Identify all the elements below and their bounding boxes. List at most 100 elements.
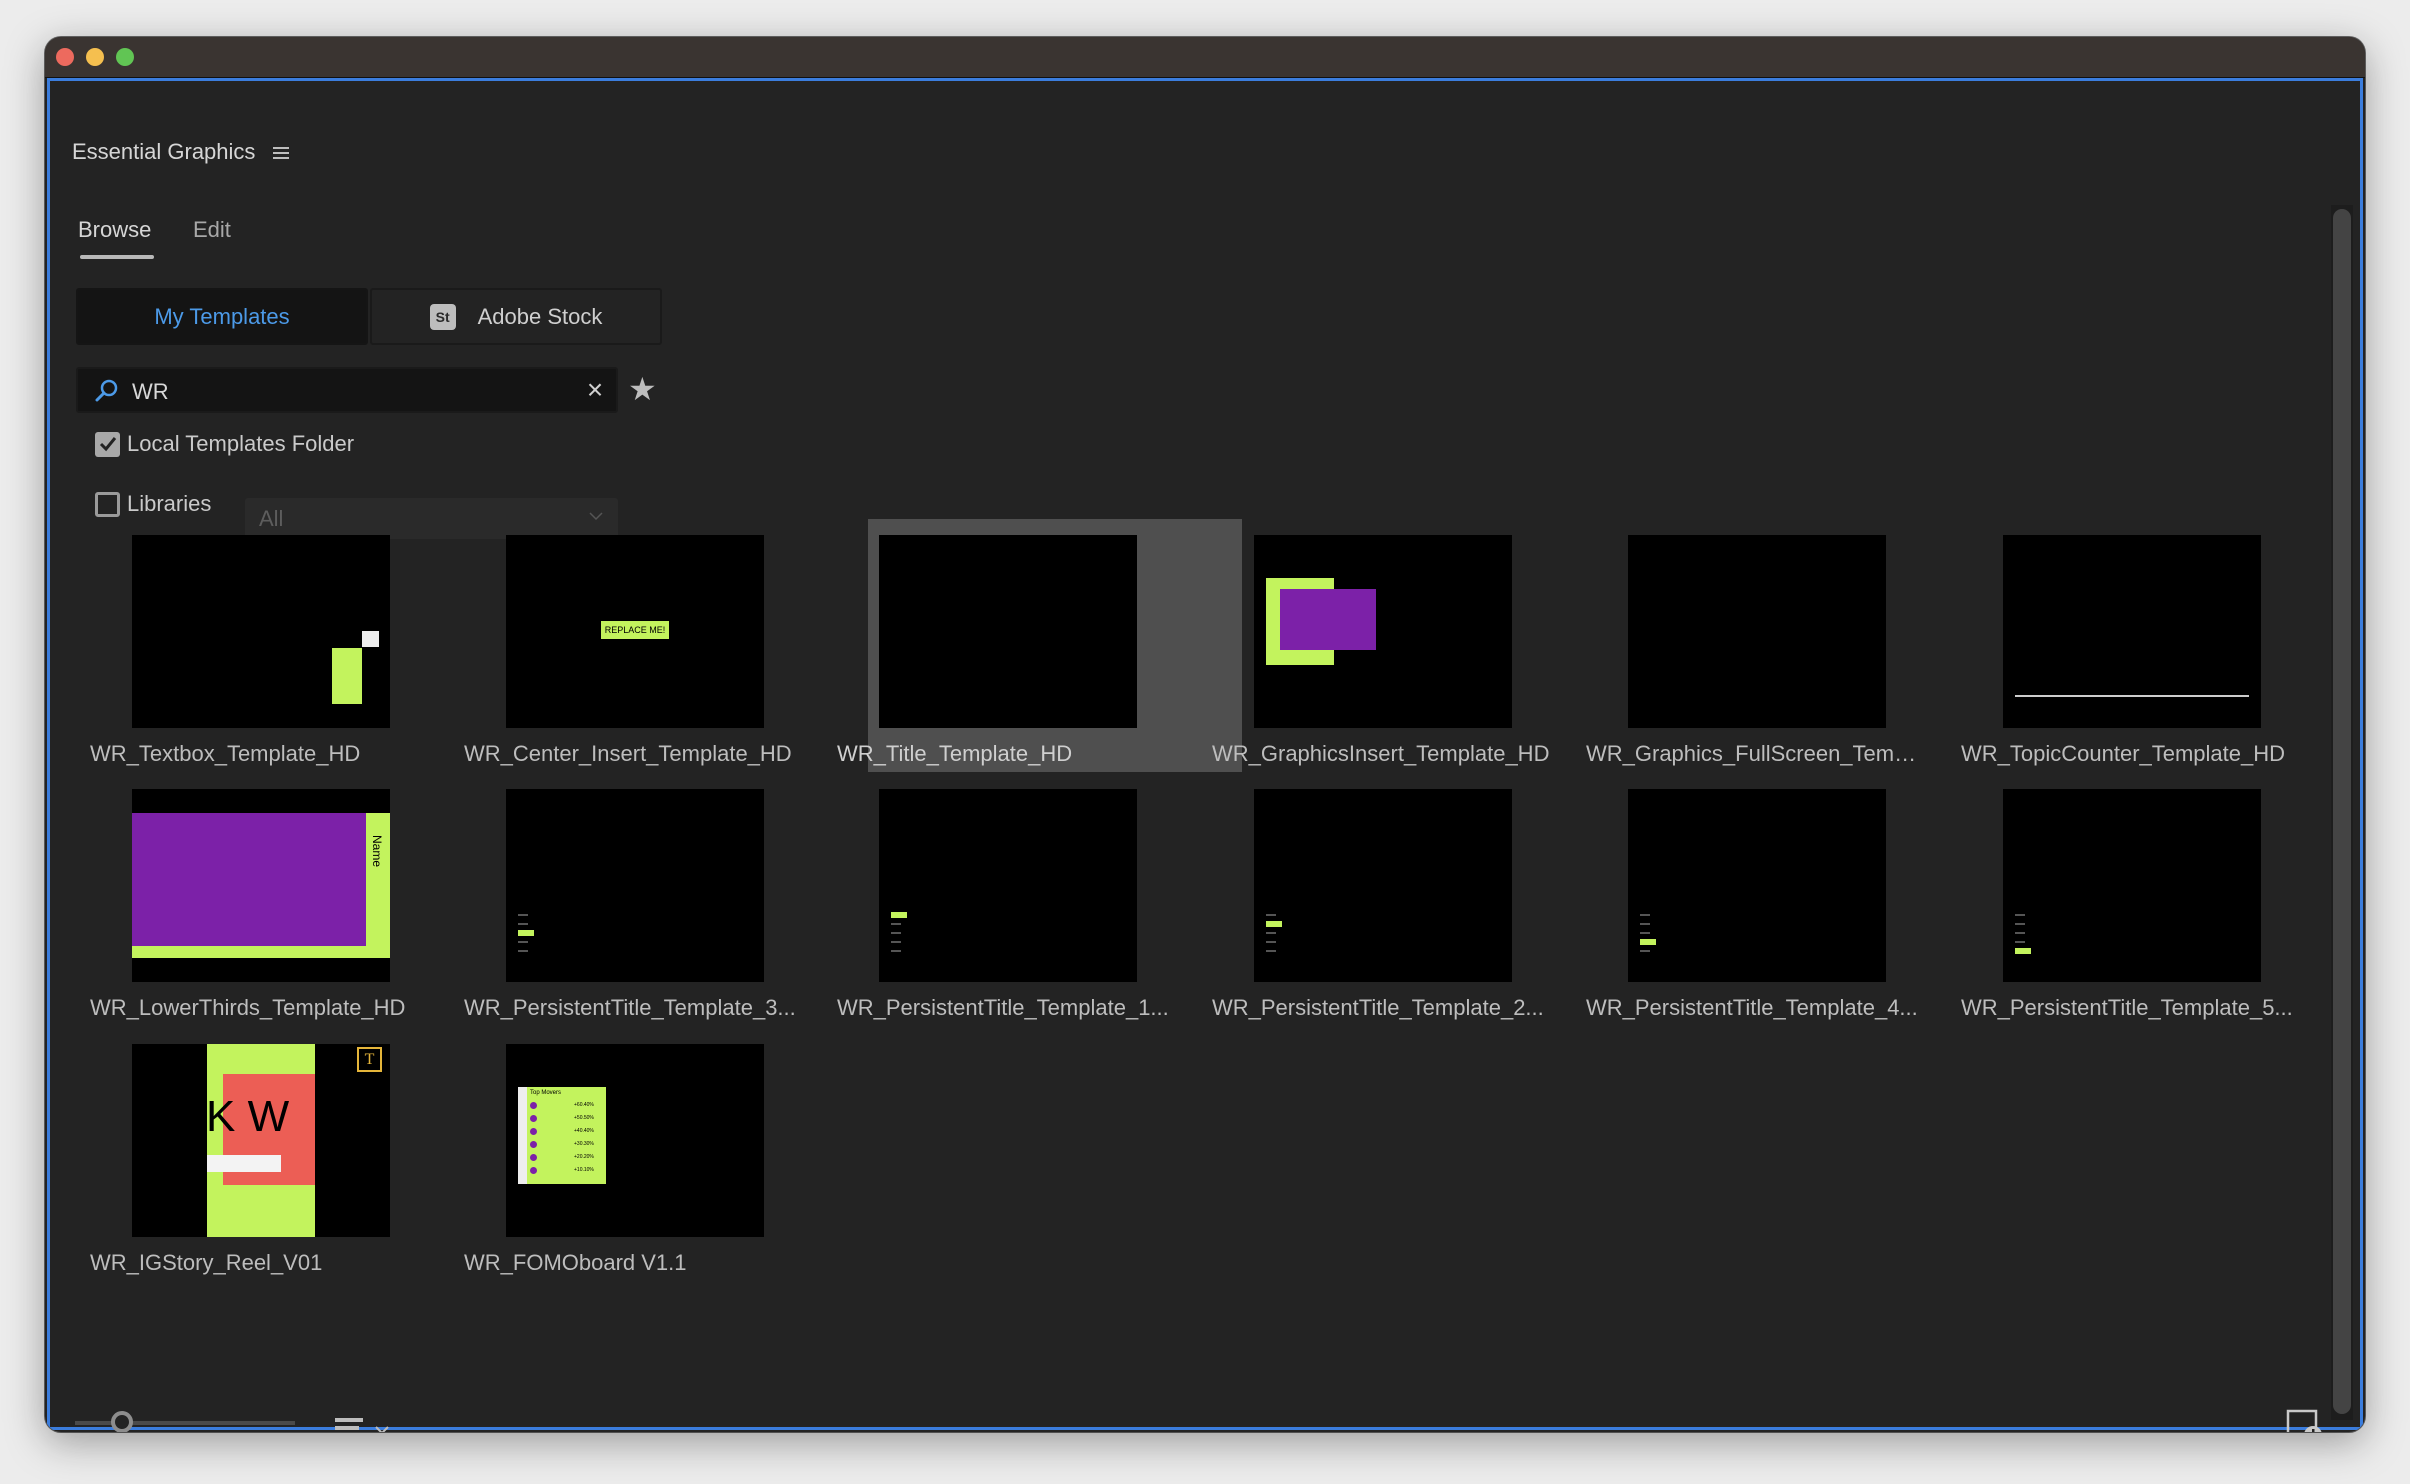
scrollbar-thumb[interactable] (2333, 209, 2351, 1414)
checkmark-icon (99, 437, 116, 452)
template-item[interactable]: WR_PersistentTitle_Template_3... (464, 789, 880, 1043)
template-thumbnail (1628, 535, 1886, 728)
template-name: WR_LowerThirds_Template_HD (90, 995, 406, 1020)
local-templates-filter: Local Templates Folder (95, 429, 354, 459)
thumbnail-topic-line (891, 923, 901, 925)
tab-edit[interactable]: Edit (193, 217, 231, 243)
adobe-stock-button[interactable]: St Adobe Stock (370, 288, 662, 345)
template-name: WR_Textbox_Template_HD (90, 741, 361, 766)
thumbnail-logo-graphic (362, 631, 379, 647)
tab-browse[interactable]: Browse (78, 217, 154, 259)
template-item[interactable]: WR_PersistentTitle_Template_4... (1586, 789, 2002, 1043)
thumbnail-coin-icon (530, 1167, 537, 1174)
template-name: WR_IGStory_Reel_V01 (90, 1250, 323, 1275)
thumbnail-coin-icon (530, 1102, 537, 1109)
minimize-window-button[interactable] (86, 48, 104, 66)
app-window: Essential Graphics Browse Edit My Templa… (45, 37, 2365, 1432)
new-item-button[interactable] (2286, 1408, 2322, 1432)
template-name: WR_PersistentTitle_Template_2... (1212, 995, 1544, 1020)
tab-edit-label: Edit (193, 217, 231, 242)
thumbnail-active-topic (1640, 939, 1656, 945)
thumbnail-topic-line (2015, 923, 2025, 925)
template-thumbnail (879, 789, 1137, 982)
thumbnail-topic-line (2015, 914, 2025, 916)
favorites-filter-button[interactable]: ★ (628, 371, 657, 407)
template-thumbnail (1254, 789, 1512, 982)
libraries-checkbox[interactable] (95, 491, 120, 517)
tab-browse-label: Browse (78, 217, 152, 242)
template-thumbnail (1254, 535, 1512, 728)
thumbnail-topic-line (1640, 950, 1650, 952)
libraries-select-value: All (259, 505, 284, 531)
local-templates-label: Local Templates Folder (127, 431, 355, 456)
template-item[interactable]: WR_PersistentTitle_Template_5... (1961, 789, 2365, 1043)
template-thumbnail (2003, 535, 2261, 728)
template-name: WR_FOMOboard V1.1 (464, 1250, 687, 1275)
template-item[interactable]: WR_Textbox_Template_HD (90, 535, 506, 789)
template-item[interactable]: Top Movers +60.40% +50.50% +40.40% +30.30% +2… (464, 1044, 880, 1298)
slider-handle[interactable] (110, 1411, 133, 1432)
template-name: WR_GraphicsInsert_Template_HD (1212, 741, 1550, 766)
star-icon: ★ (628, 371, 657, 407)
thumbnail-topic-line (518, 923, 528, 925)
libraries-filter: Libraries (95, 489, 211, 519)
thumbnail-topic-line (1640, 923, 1650, 925)
thumbnail-size-slider[interactable] (75, 1411, 295, 1432)
title-bar (45, 37, 2365, 78)
chevron-down-icon (589, 512, 603, 521)
thumbnail-text: Top Movers (530, 1090, 562, 1096)
search-input[interactable] (130, 375, 554, 409)
template-item[interactable]: WR_Title_Template_HD (837, 519, 1253, 789)
template-item[interactable]: WR_GraphicsInsert_Template_HD (1212, 535, 1628, 789)
zoom-window-button[interactable] (116, 48, 134, 66)
panel-title: Essential Graphics (72, 139, 256, 164)
template-thumbnail (1628, 789, 1886, 982)
template-thumbnail: REPLACE ME! (506, 535, 764, 728)
template-thumbnail: Top Movers +60.40% +50.50% +40.40% +30.30% +2… (506, 1044, 764, 1237)
thumbnail-topic-line (2015, 941, 2025, 943)
new-item-icon (2286, 1409, 2322, 1432)
thumbnail-topic-line (1266, 950, 1276, 952)
thumbnail-topic-line (1266, 914, 1276, 916)
vertical-scrollbar[interactable] (2331, 205, 2353, 1420)
search-field: × (76, 367, 618, 413)
sort-menu-button[interactable] (335, 1414, 395, 1432)
thumbnail-change-value: +30.30% (574, 1141, 594, 1147)
thumbnail-topic-line (518, 914, 528, 916)
template-item[interactable]: WR_TopicCounter_Template_HD (1961, 535, 2365, 789)
thumbnail-text: K W (206, 1092, 290, 1141)
thumbnail-active-topic (518, 930, 534, 936)
thumbnail-topic-line (1266, 932, 1276, 934)
template-name: WR_Title_Template_HD (837, 741, 1073, 766)
clear-search-button[interactable]: × (580, 373, 610, 407)
thumbnail-progress-line (2015, 695, 2249, 697)
thumbnail-coin-icon (530, 1154, 537, 1161)
thumbnail-topic-line (891, 941, 901, 943)
my-templates-button[interactable]: My Templates (76, 288, 368, 345)
template-source-toggle: My Templates St Adobe Stock (76, 288, 664, 345)
panel-menu-button[interactable] (272, 141, 290, 167)
close-window-button[interactable] (56, 48, 74, 66)
thumbnail-active-topic (891, 912, 907, 918)
thumbnail-active-topic (1266, 921, 1282, 927)
local-templates-checkbox[interactable] (95, 431, 120, 457)
template-item[interactable]: WR_PersistentTitle_Template_1... (837, 789, 1253, 1043)
template-thumbnail: Name (132, 789, 390, 982)
template-item[interactable]: Name WR_LowerThirds_Template_HD (90, 789, 506, 1043)
missing-font-warning-icon: T (357, 1047, 382, 1072)
template-item[interactable]: WR_Graphics_FullScreen_Templ... (1586, 535, 2002, 789)
template-item[interactable]: K W T WR_IGStory_Reel_V01 (90, 1044, 506, 1298)
template-thumbnail (132, 535, 390, 728)
sort-list-icon (335, 1418, 389, 1432)
template-name: WR_PersistentTitle_Template_3... (464, 995, 796, 1020)
libraries-select[interactable]: All (245, 498, 618, 539)
thumbnail-topic-line (1266, 941, 1276, 943)
close-icon: × (586, 374, 604, 405)
libraries-label: Libraries (127, 491, 212, 516)
template-item[interactable]: REPLACE ME! WR_Center_Insert_Template_HD (464, 535, 880, 789)
thumbnail-change-value: +10.10% (574, 1167, 594, 1173)
template-name: WR_PersistentTitle_Template_5... (1961, 995, 2293, 1020)
thumbnail-topic-line (891, 932, 901, 934)
template-item[interactable]: WR_PersistentTitle_Template_2... (1212, 789, 1628, 1043)
thumbnail-image-placeholder (1280, 589, 1376, 650)
